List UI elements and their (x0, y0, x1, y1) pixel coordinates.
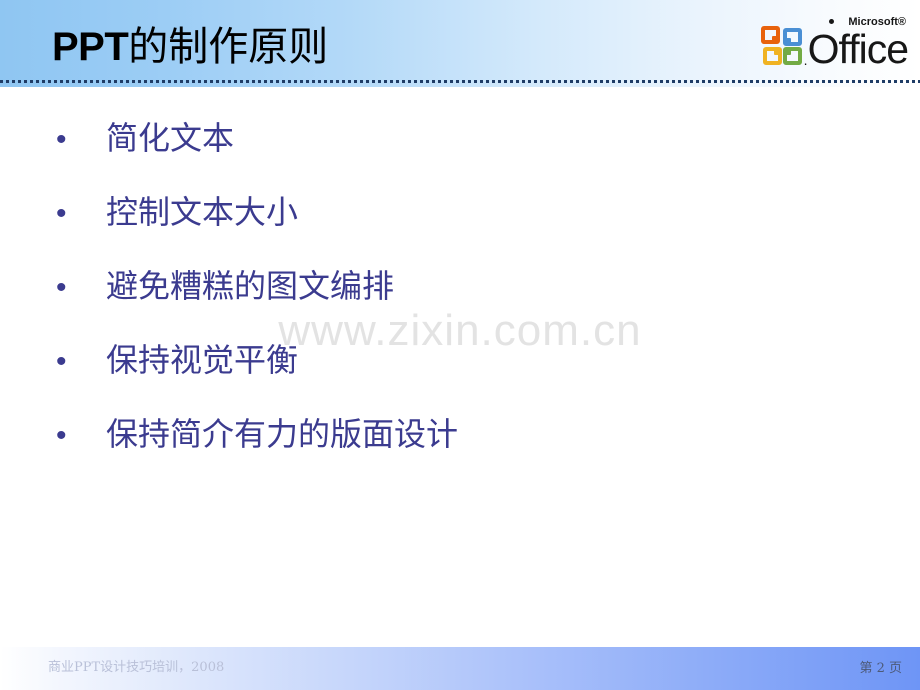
bullet-list: • 简化文本 • 控制文本大小 • 避免糟糕的图文编排 • 保持视觉平衡 • 保… (46, 118, 866, 488)
bullet-text: 控制文本大小 (106, 193, 299, 231)
bullet-marker-icon: • (56, 345, 67, 378)
list-item: • 保持视觉平衡 (46, 340, 866, 414)
office-quadrant-top-right-icon (782, 28, 802, 46)
page-title-latin: PPT (52, 25, 129, 69)
office-leading-dot-icon: . (803, 52, 808, 68)
list-item: • 保持简介有力的版面设计 (46, 414, 866, 488)
bullet-marker-icon: • (56, 419, 67, 452)
header-divider (0, 80, 920, 83)
microsoft-office-logo: Microsoft® . Office (760, 16, 912, 72)
office-wordmark: Microsoft® . Office (804, 16, 912, 72)
list-item: • 控制文本大小 (46, 192, 866, 266)
microsoft-dot-icon (829, 19, 834, 24)
list-item: • 简化文本 (46, 118, 866, 192)
microsoft-registered-mark: ® (897, 16, 906, 28)
bullet-marker-icon: • (56, 271, 67, 304)
slide-header: PPT的制作原则 Microsoft® . Office (0, 0, 920, 87)
office-quadrant-bottom-left-icon (762, 47, 782, 65)
microsoft-brand-label: Microsoft® (848, 16, 906, 28)
bullet-text: 避免糟糕的图文编排 (106, 267, 395, 305)
page-title: PPT的制作原则 (52, 22, 328, 72)
office-logo-mark-icon (760, 26, 805, 68)
bullet-text: 简化文本 (106, 119, 235, 157)
office-quadrant-pip (773, 50, 779, 55)
office-quadrant-bottom-right-icon (782, 47, 802, 65)
bullet-text: 保持视觉平衡 (106, 341, 299, 379)
bullet-text: 保持简介有力的版面设计 (106, 415, 459, 453)
bullet-marker-icon: • (56, 197, 67, 230)
office-quadrant-top-left-icon (760, 26, 780, 44)
office-quadrant-pip (785, 50, 791, 55)
office-quadrant-pip (785, 38, 791, 43)
slide-canvas: PPT的制作原则 Microsoft® . Office www.zixin.c… (0, 0, 920, 690)
office-product-label: Office (807, 26, 909, 72)
office-quadrant-pip (771, 36, 777, 41)
bullet-marker-icon: • (56, 123, 67, 156)
page-title-cjk: 的制作原则 (128, 24, 329, 70)
footer-page-number: 第 2 页 (859, 661, 902, 676)
list-item: • 避免糟糕的图文编排 (46, 266, 866, 340)
footer-course-label: 商业PPT设计技巧培训，2008 (48, 660, 225, 675)
microsoft-brand-text: Microsoft (848, 16, 898, 28)
